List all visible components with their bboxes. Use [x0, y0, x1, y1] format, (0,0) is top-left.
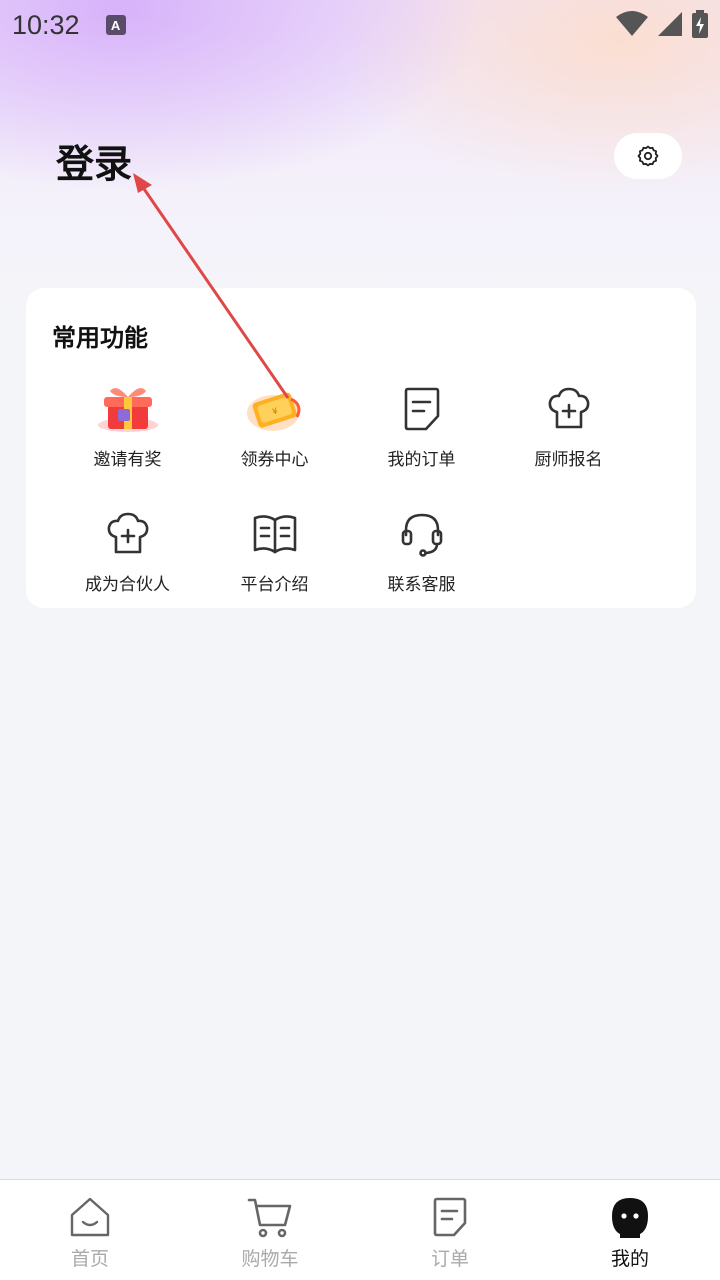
card-title: 常用功能: [52, 324, 148, 352]
function-invite-rewards[interactable]: 邀请有奖: [54, 383, 201, 470]
battery-icon: [692, 10, 708, 38]
function-label: 厨师报名: [534, 450, 603, 470]
book-icon: [243, 508, 307, 560]
function-chef-signup[interactable]: 厨师报名: [495, 383, 642, 470]
status-bar: 10:32 A: [0, 0, 720, 50]
function-label: 领券中心: [240, 450, 309, 470]
function-label: 我的订单: [387, 450, 456, 470]
wifi-icon: [616, 11, 648, 36]
status-time: 10:32: [12, 9, 80, 40]
tab-label: 我的: [610, 1248, 649, 1270]
tab-home[interactable]: 首页: [0, 1180, 180, 1280]
settings-button[interactable]: [614, 133, 682, 179]
bottom-tab-bar: 首页 购物车 订单 我的: [0, 1179, 720, 1280]
function-coupon-center[interactable]: ¥ 领券中心: [201, 383, 348, 470]
gear-icon: [637, 145, 659, 167]
coupon-icon: ¥: [243, 383, 307, 435]
tab-label: 购物车: [241, 1248, 299, 1270]
tab-cart[interactable]: 购物车: [180, 1180, 360, 1280]
signal-icon: [658, 12, 682, 36]
function-become-partner[interactable]: 成为合伙人: [54, 508, 201, 595]
notification-icon: A: [105, 15, 126, 35]
login-link[interactable]: 登录: [56, 133, 132, 188]
function-label: 联系客服: [387, 575, 456, 595]
function-label: 平台介绍: [240, 575, 309, 595]
home-icon: [67, 1194, 113, 1240]
tab-profile[interactable]: 我的: [540, 1180, 720, 1280]
common-functions-card: 常用功能 邀请有奖 ¥ 领券中心 我的订单 厨师报名 成为合伙人 平台介绍 联系…: [26, 288, 696, 608]
function-grid: 邀请有奖 ¥ 领券中心 我的订单 厨师报名 成为合伙人 平台介绍 联系客服: [54, 383, 644, 595]
chef-hat-icon: [96, 508, 160, 560]
gift-box-icon: [96, 383, 160, 435]
function-contact-support[interactable]: 联系客服: [348, 508, 495, 595]
order-icon: [427, 1194, 473, 1240]
tab-orders[interactable]: 订单: [360, 1180, 540, 1280]
profile-icon: [607, 1194, 653, 1240]
status-icons: [616, 10, 708, 38]
function-my-orders[interactable]: 我的订单: [348, 383, 495, 470]
function-label: 邀请有奖: [93, 450, 162, 470]
function-platform-intro[interactable]: 平台介绍: [201, 508, 348, 595]
tab-label: 首页: [70, 1248, 109, 1270]
headset-icon: [390, 508, 454, 560]
cart-icon: [247, 1194, 293, 1240]
function-label: 成为合伙人: [85, 575, 170, 595]
document-icon: [390, 383, 454, 435]
tab-label: 订单: [430, 1248, 469, 1270]
chef-hat-icon: [537, 383, 601, 435]
